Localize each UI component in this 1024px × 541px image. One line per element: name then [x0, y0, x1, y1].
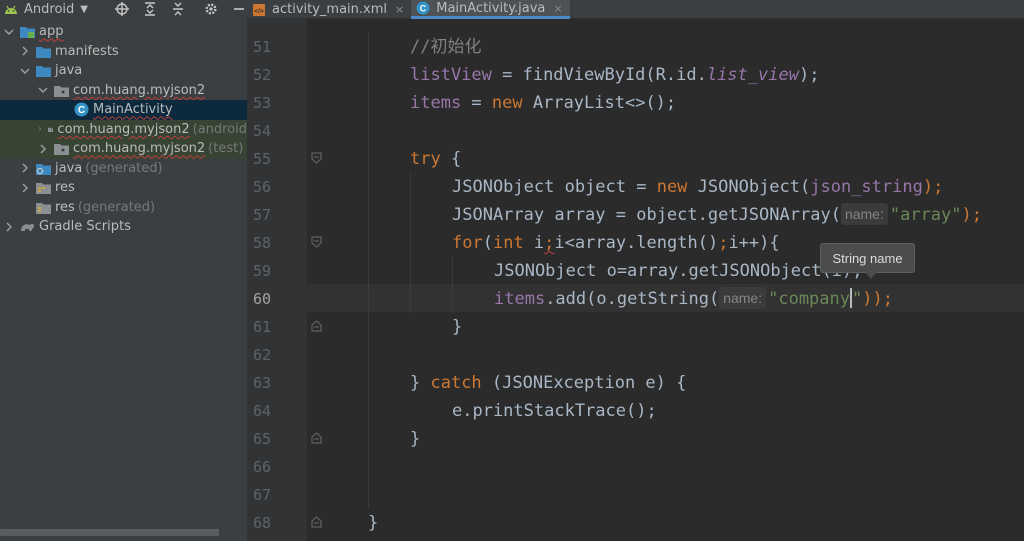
- tree-item-label: Gradle Scripts: [39, 219, 131, 235]
- chevron-right-icon[interactable]: [38, 144, 48, 154]
- code-line-56: JSONObject object = new JSONObject(json_…: [452, 177, 944, 197]
- tree-item-label: res: [55, 199, 75, 215]
- package-icon: [47, 127, 54, 132]
- code-line-58: for(int i;i<array.length();i++){: [452, 233, 780, 253]
- project-tree: app manifests java com.huang.myjson2 C M…: [0, 22, 247, 237]
- tree-item-res-generated[interactable]: res (generated): [0, 198, 247, 218]
- code-line-53: items = new ArrayList<>();: [410, 93, 677, 113]
- code-line-63: } catch (JSONException e) {: [410, 373, 687, 393]
- tree-item-package-android-test[interactable]: com.huang.myjson2 (android: [0, 119, 247, 139]
- horizontal-scrollbar[interactable]: [0, 529, 219, 536]
- code-line-52: listView = findViewById(R.id.list_view);: [410, 65, 820, 85]
- code-line-65: }: [410, 429, 421, 449]
- folder-icon: [36, 46, 51, 58]
- tree-item-suffix: (android: [192, 121, 247, 137]
- package-icon: [54, 85, 69, 97]
- view-selector[interactable]: Android: [24, 2, 74, 17]
- resource-folder-icon: [36, 202, 51, 214]
- code-line-68: }: [368, 513, 379, 533]
- code-line-51: //初始化: [410, 37, 482, 57]
- chevron-down-icon[interactable]: [20, 66, 30, 76]
- package-icon: [54, 144, 69, 156]
- code-editor[interactable]: </> activity_main.xml × C MainActivity.j…: [247, 0, 1024, 541]
- parameter-hint: name:: [719, 287, 767, 309]
- expand-all-icon[interactable]: [142, 1, 158, 17]
- tree-item-java[interactable]: java: [0, 61, 247, 81]
- tree-item-suffix: (generated): [77, 199, 156, 215]
- code-line-55: try {: [410, 149, 462, 169]
- code-line-64: e.printStackTrace();: [452, 401, 657, 421]
- code-line-59: JSONObject o=array.getJSONObject(i);: [494, 261, 863, 281]
- svg-text:C: C: [78, 105, 85, 116]
- code-line-60: items.add(o.getString(name: "company "));: [494, 287, 893, 309]
- minimize-icon[interactable]: [231, 1, 247, 17]
- parameter-info-tooltip: String name: [820, 243, 915, 279]
- tree-item-label: app: [39, 24, 64, 40]
- tree-item-label: manifests: [55, 43, 119, 59]
- project-toolbar: Android ▼: [0, 0, 247, 18]
- chevron-right-icon[interactable]: [4, 222, 14, 232]
- tree-item-manifests[interactable]: manifests: [0, 42, 247, 62]
- tree-item-label: com.huang.myjson2: [73, 82, 206, 98]
- project-panel: Android ▼ app manifests java com.huang.m…: [0, 0, 247, 541]
- gear-icon[interactable]: [203, 1, 219, 17]
- tree-item-app[interactable]: app: [0, 22, 247, 42]
- tree-item-label: MainActivity: [93, 102, 173, 118]
- indent-guide: [452, 257, 453, 313]
- tree-item-java-generated[interactable]: java (generated): [0, 159, 247, 179]
- tree-item-label: com.huang.myjson2: [57, 121, 190, 137]
- tree-item-label: com.huang.myjson2: [73, 141, 206, 157]
- tree-item-mainactivity[interactable]: C MainActivity: [0, 100, 247, 120]
- gradle-icon: [21, 224, 34, 232]
- locate-icon[interactable]: [114, 1, 130, 17]
- generated-folder-icon: [36, 163, 51, 175]
- chevron-down-icon[interactable]: [38, 85, 48, 95]
- module-folder-icon: [20, 27, 35, 39]
- chevron-right-icon[interactable]: [20, 46, 30, 56]
- android-icon: [3, 2, 19, 16]
- chevron-down-icon[interactable]: [4, 27, 14, 37]
- code-line-61: }: [452, 317, 463, 337]
- tree-item-package-test[interactable]: com.huang.myjson2 (test): [0, 139, 247, 159]
- tree-item-label: java: [55, 160, 83, 176]
- chevron-down-icon[interactable]: ▼: [80, 4, 88, 15]
- tree-item-package[interactable]: com.huang.myjson2: [0, 81, 247, 101]
- indent-guide: [368, 33, 369, 509]
- code-line-57: JSONArray array = object.getJSONArray(na…: [452, 203, 982, 225]
- source-folder-icon: [36, 66, 51, 78]
- chevron-right-icon[interactable]: [20, 183, 30, 193]
- parameter-hint: name:: [840, 203, 888, 225]
- resource-folder-icon: [36, 183, 51, 195]
- tree-item-label: res: [55, 180, 75, 196]
- chevron-right-icon[interactable]: [20, 163, 30, 173]
- tree-item-gradle-scripts[interactable]: Gradle Scripts: [0, 217, 247, 237]
- collapse-all-icon[interactable]: [170, 1, 186, 17]
- tree-item-res[interactable]: res: [0, 178, 247, 198]
- tree-item-suffix: (generated): [85, 160, 163, 176]
- tree-item-label: java: [55, 63, 83, 79]
- tree-item-suffix: (test): [208, 141, 244, 157]
- java-class-icon: C: [74, 102, 89, 117]
- indent-guide: [410, 173, 411, 313]
- chevron-right-icon[interactable]: [38, 124, 42, 134]
